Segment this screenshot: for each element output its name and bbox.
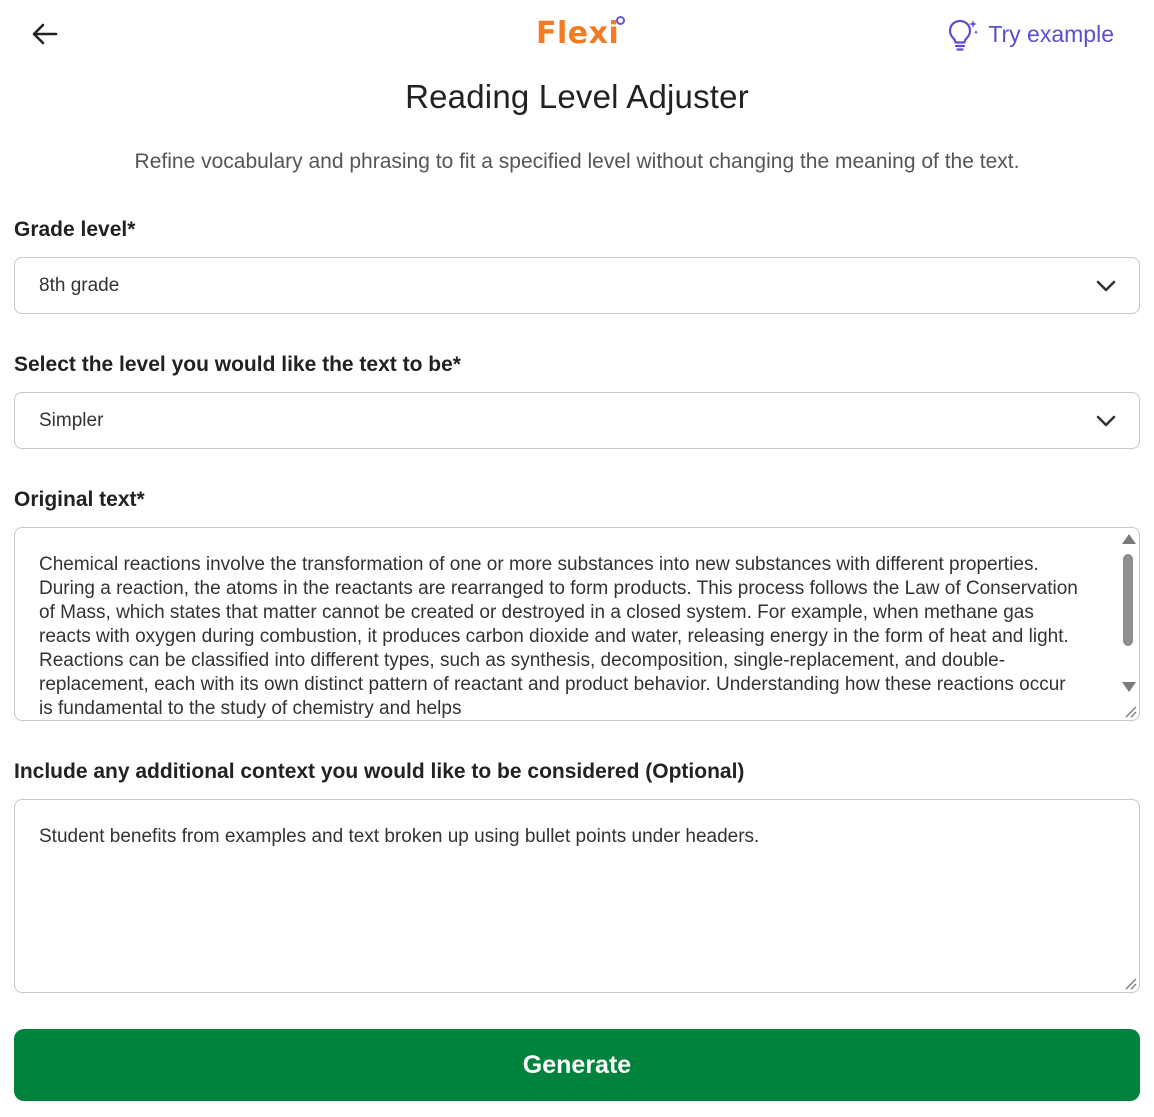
original-text-scrollbar[interactable] [1120, 532, 1136, 694]
target-level-value: Simpler [39, 409, 104, 431]
original-text-content: Chemical reactions involve the transform… [39, 554, 1078, 719]
scroll-thumb[interactable] [1123, 554, 1133, 646]
resize-grip-icon[interactable] [1123, 704, 1137, 718]
generate-label: Generate [522, 1050, 632, 1079]
additional-context-label: Include any additional context you would… [14, 760, 745, 783]
logo-orbit-icon [616, 16, 626, 25]
top-bar: Flexi Try example [0, 0, 1154, 70]
original-text-textarea[interactable]: Chemical reactions involve the transform… [14, 527, 1140, 721]
additional-context-textarea[interactable]: Student benefits from examples and text … [14, 799, 1140, 993]
try-example-button[interactable]: Try example [946, 14, 1114, 54]
scroll-up-arrow-icon[interactable] [1122, 534, 1136, 544]
page-title: Reading Level Adjuster [405, 78, 749, 115]
logo-text: Flexi [536, 16, 620, 51]
try-example-label: Try example [988, 20, 1114, 47]
lightbulb-sparkle-icon [949, 19, 979, 51]
chevron-down-icon [1096, 415, 1116, 427]
original-text-label: Original text* [14, 488, 145, 511]
grade-level-label: Grade level* [14, 218, 136, 241]
target-level-label: Select the level you would like the text… [14, 353, 461, 376]
resize-grip-icon[interactable] [1123, 976, 1137, 990]
page-subtitle: Refine vocabulary and phrasing to fit a … [134, 150, 1020, 173]
arrow-left-icon [32, 23, 58, 45]
back-button[interactable] [26, 18, 62, 50]
scroll-down-arrow-icon[interactable] [1122, 682, 1136, 692]
flexi-logo: Flexi [536, 14, 626, 54]
grade-level-select[interactable]: 8th grade [14, 257, 1140, 314]
grade-level-value: 8th grade [39, 274, 120, 296]
chevron-down-icon [1096, 280, 1116, 292]
additional-context-content: Student benefits from examples and text … [39, 826, 760, 847]
generate-button[interactable]: Generate [14, 1029, 1140, 1101]
target-level-select[interactable]: Simpler [14, 392, 1140, 449]
